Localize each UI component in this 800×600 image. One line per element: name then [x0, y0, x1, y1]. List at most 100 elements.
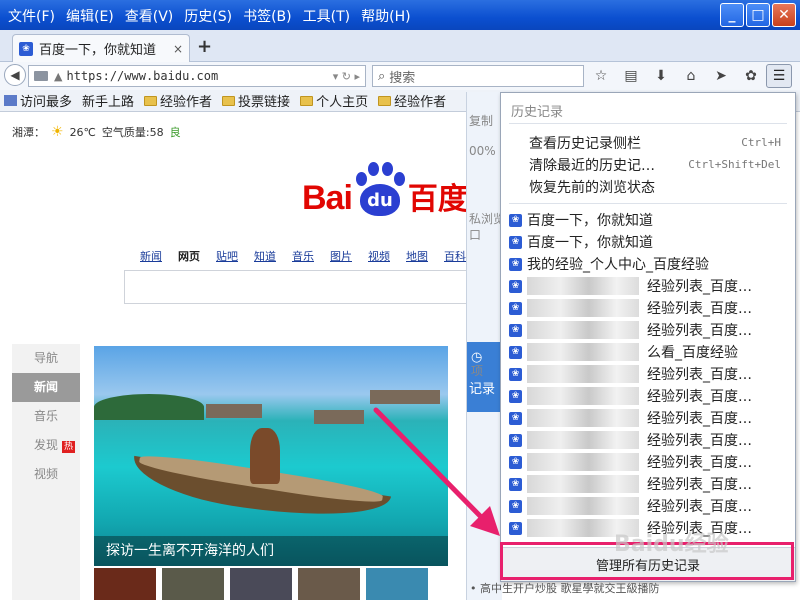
minimize-button[interactable]: _: [720, 3, 744, 27]
nav-link-tieba[interactable]: 贴吧: [216, 248, 238, 264]
url-bar[interactable]: ▲ https://www.baidu.com ▾ ↻ ▸: [28, 65, 366, 87]
tab-title: 百度一下，你就知道: [39, 43, 157, 58]
history-entry[interactable]: ❀ 经验列表_百度…: [509, 297, 791, 319]
history-entry[interactable]: ❀ 经验列表_百度…: [509, 473, 791, 495]
sun-icon: ☀: [51, 124, 64, 140]
baidu-logo[interactable]: Bai du 百度: [302, 162, 468, 218]
nav-link-video[interactable]: 视频: [368, 248, 390, 264]
nav-link-music[interactable]: 音乐: [292, 248, 314, 264]
history-entry[interactable]: ❀ 经验列表_百度…: [509, 363, 791, 385]
menu-panel-behind: 复制 00% 私浏览 口 ◷ 记录 项: [466, 92, 505, 600]
bookmark-getting-started[interactable]: 新手上路: [82, 91, 134, 110]
hot-badge: 热: [62, 441, 76, 453]
weather-temp: 26℃: [69, 125, 96, 139]
nav-link-zhidao[interactable]: 知道: [254, 248, 276, 264]
news-photo[interactable]: 探访一生离不开海洋的人们: [94, 346, 448, 566]
folder-icon: [144, 95, 158, 106]
history-entry[interactable]: ❀ 经验列表_百度…: [509, 385, 791, 407]
bookmark-folder-vote[interactable]: 投票链接: [222, 91, 290, 110]
menu-bar: 文件(F) 编辑(E) 查看(V) 历史(S) 书签(B) 工具(T) 帮助(H…: [0, 0, 800, 30]
thumbnail[interactable]: [366, 568, 428, 600]
thumbnail[interactable]: [298, 568, 360, 600]
nav-bar: ◀ ▲ https://www.baidu.com ▾ ↻ ▸ ⌕ 搜索 ☆ ▤…: [0, 62, 800, 90]
bookmark-star-icon[interactable]: ☆: [590, 65, 612, 87]
history-entry[interactable]: ❀ 百度一下，你就知道: [509, 231, 791, 253]
menu-help[interactable]: 帮助(H): [359, 4, 419, 26]
menu-tools[interactable]: 工具(T): [301, 4, 359, 26]
folder-icon: [378, 95, 392, 106]
thumbnail[interactable]: [230, 568, 292, 600]
redacted-block: [527, 475, 639, 493]
baidu-search-input[interactable]: [124, 270, 494, 304]
warning-triangle-icon: ▲: [54, 69, 63, 83]
new-tab-button[interactable]: +: [197, 38, 212, 56]
tab-close-icon[interactable]: ×: [173, 42, 183, 56]
addon-icon[interactable]: ✿: [740, 65, 762, 87]
left-nav-discover[interactable]: 发现热: [12, 431, 80, 460]
thumbnail[interactable]: [162, 568, 224, 600]
left-nav-daohang[interactable]: 导航: [12, 344, 80, 373]
menu-history[interactable]: 历史(S): [182, 4, 241, 26]
left-nav-music[interactable]: 音乐: [12, 402, 80, 431]
close-window-button[interactable]: ✕: [772, 3, 796, 27]
menu-view[interactable]: 查看(V): [123, 4, 183, 26]
url-text: https://www.baidu.com: [66, 69, 219, 83]
bookmark-icon: [4, 95, 17, 106]
view-history-sidebar[interactable]: 查看历史记录侧栏: [529, 133, 641, 153]
left-nav-video[interactable]: 视频: [12, 460, 80, 489]
history-entry[interactable]: ❀ 经验列表_百度…: [509, 495, 791, 517]
photo-caption[interactable]: 探访一生离不开海洋的人们: [94, 536, 448, 566]
bookmark-folder-author[interactable]: 经验作者: [144, 91, 212, 110]
left-nav: 导航 新闻 音乐 发现热 视频: [12, 344, 80, 600]
nav-link-images[interactable]: 图片: [330, 248, 352, 264]
toolbar-icons: ☆ ▤ ⬇ ⌂ ➤ ✿: [590, 65, 762, 87]
thumbnail[interactable]: [94, 568, 156, 600]
reading-list-icon[interactable]: ▤: [620, 65, 642, 87]
restore-previous-session[interactable]: 恢复先前的浏览状态: [529, 177, 655, 197]
history-entry[interactable]: ❀ 经验列表_百度…: [509, 407, 791, 429]
history-entry[interactable]: ❀ 经验列表_百度…: [509, 451, 791, 473]
redacted-block: [527, 387, 639, 405]
search-bar[interactable]: ⌕ 搜索: [372, 65, 584, 87]
back-arrow-icon[interactable]: ◀: [4, 64, 26, 86]
history-entry[interactable]: ❀ 经验列表_百度…: [509, 319, 791, 341]
clear-recent-history[interactable]: 清除最近的历史记…: [529, 155, 655, 175]
history-entry[interactable]: ❀ 百度一下，你就知道: [509, 209, 791, 231]
thumbnail-strip: [94, 568, 428, 600]
baidu-paw-icon: ❀: [509, 499, 522, 513]
nav-link-web[interactable]: 网页: [178, 248, 200, 264]
menu-hamburger-icon[interactable]: ☰: [766, 64, 792, 88]
nav-link-baike[interactable]: 百科: [444, 248, 466, 264]
tab-baidu[interactable]: ❀ 百度一下，你就知道 ×: [12, 34, 190, 62]
menu-file[interactable]: 文件(F): [6, 4, 64, 26]
left-nav-news[interactable]: 新闻: [12, 373, 80, 402]
logo-du: du: [359, 184, 400, 216]
weather-widget[interactable]: 湘潭： ☀ 26℃ 空气质量:58 良: [12, 124, 181, 140]
maximize-button[interactable]: □: [746, 3, 770, 27]
history-entry[interactable]: ❀ 么看_百度经验: [509, 341, 791, 363]
window-controls: _ □ ✕: [720, 3, 796, 27]
menu-items: 文件(F) 编辑(E) 查看(V) 历史(S) 书签(B) 工具(T) 帮助(H…: [6, 4, 420, 26]
history-entry[interactable]: ❀ 经验列表_百度…: [509, 275, 791, 297]
menu-bookmarks[interactable]: 书签(B): [241, 4, 301, 26]
baidu-paw-icon: ❀: [509, 279, 522, 293]
home-icon[interactable]: ⌂: [680, 65, 702, 87]
download-icon[interactable]: ⬇: [650, 65, 672, 87]
baidu-paw-icon: ❀: [509, 323, 522, 337]
send-icon[interactable]: ➤: [710, 65, 732, 87]
history-dropdown: 历史记录 查看历史记录侧栏 Ctrl+H 清除最近的历史记… Ctrl+Shif…: [500, 92, 796, 582]
history-entry[interactable]: ❀ 我的经验_个人中心_百度经验: [509, 253, 791, 275]
baidu-paw-icon: ❀: [509, 213, 522, 227]
baidu-paw-icon: ❀: [509, 433, 522, 447]
bookmark-folder-author-2[interactable]: 经验作者: [378, 91, 446, 110]
history-entry[interactable]: ❀ 经验列表_百度…: [509, 429, 791, 451]
folder-icon: [300, 95, 314, 106]
shortcut-key: Ctrl+Shift+Del: [688, 158, 781, 171]
nav-link-news[interactable]: 新闻: [140, 248, 162, 264]
bookmark-most-visited[interactable]: 访问最多: [4, 91, 72, 110]
nav-link-map[interactable]: 地图: [406, 248, 428, 264]
bookmark-folder-home[interactable]: 个人主页: [300, 91, 368, 110]
menu-edit[interactable]: 编辑(E): [64, 4, 123, 26]
dropdown-reload-icons[interactable]: ▾ ↻ ▸: [333, 70, 360, 83]
air-level: 良: [169, 126, 181, 139]
